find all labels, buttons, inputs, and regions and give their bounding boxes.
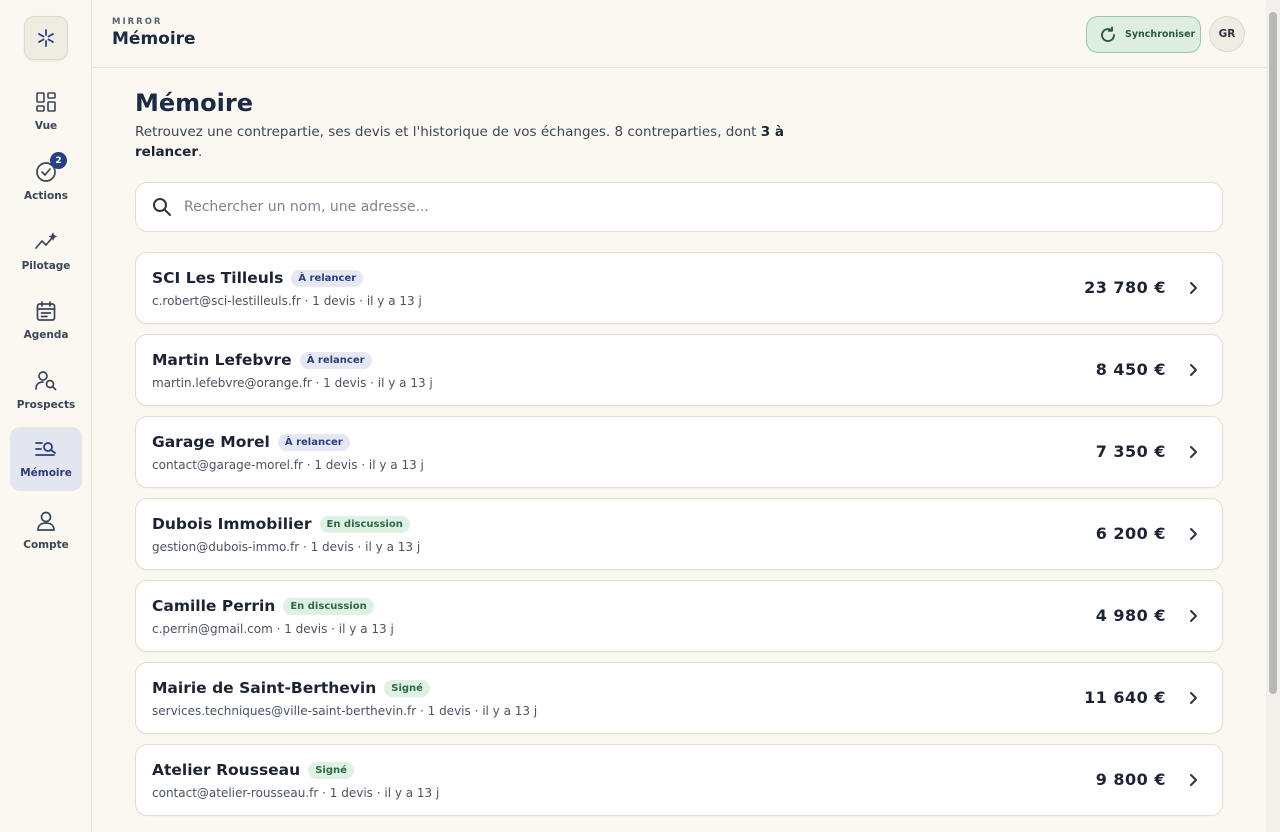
sidebar-item-label: Mémoire bbox=[20, 467, 72, 479]
counterpart-amount: 9 800 € bbox=[1095, 770, 1166, 789]
counterpart-meta: martin.lefebvre@orange.fr · 1 devis · il… bbox=[152, 376, 433, 390]
actions-count-badge: 2 bbox=[50, 152, 67, 169]
counterpart-card[interactable]: Camille Perrin En discussion c.perrin@gmai… bbox=[135, 580, 1223, 652]
sidebar: Vue 2 Actions Pilotage Agenda Prospects … bbox=[0, 0, 92, 832]
sidebar-item-label: Vue bbox=[34, 120, 58, 132]
scrollbar[interactable] bbox=[1266, 0, 1280, 832]
search-bar[interactable] bbox=[135, 182, 1223, 232]
sidebar-item-agenda[interactable]: Agenda bbox=[10, 289, 82, 353]
avatar[interactable]: GR bbox=[1209, 16, 1245, 52]
counterpart-meta: contact@atelier-rousseau.fr · 1 devis · … bbox=[152, 786, 440, 800]
counterpart-amount: 6 200 € bbox=[1095, 524, 1166, 543]
sidebar-item-vue[interactable]: Vue bbox=[10, 80, 82, 144]
counterpart-card[interactable]: Martin Lefebvre À relancer martin.lefebvre… bbox=[135, 334, 1223, 406]
sidebar-item-label: Agenda bbox=[23, 329, 69, 341]
counterpart-meta: gestion@dubois-immo.fr · 1 devis · il y … bbox=[152, 540, 421, 554]
chevron-right-icon[interactable] bbox=[1184, 607, 1202, 625]
user-search-icon bbox=[34, 369, 58, 393]
top-header: MIRROR Mémoire Synchroniser GR bbox=[92, 0, 1266, 68]
counterpart-amount: 7 350 € bbox=[1095, 442, 1166, 461]
counterpart-amount: 11 640 € bbox=[1084, 688, 1166, 707]
sidebar-item-label: Compte bbox=[23, 539, 69, 551]
sidebar-item-compte[interactable]: Compte bbox=[10, 499, 82, 563]
search-icon bbox=[153, 198, 171, 216]
chevron-right-icon[interactable] bbox=[1184, 771, 1202, 789]
chevron-right-icon[interactable] bbox=[1184, 279, 1202, 297]
counterpart-name: Martin Lefebvre À relancer bbox=[152, 351, 372, 369]
counterpart-meta: c.perrin@gmail.com · 1 devis · il y a 13… bbox=[152, 622, 394, 636]
sidebar-item-label: Actions bbox=[24, 190, 68, 202]
counterpart-amount: 4 980 € bbox=[1095, 606, 1166, 625]
counterpart-card[interactable]: Dubois Immobilier En discussion gestion@du… bbox=[135, 498, 1223, 570]
counterpart-name-text: Camille Perrin bbox=[152, 597, 276, 615]
counterpart-name-text: Mairie de Saint-Berthevin bbox=[152, 679, 377, 697]
status-badge: Signé bbox=[384, 680, 430, 697]
main-content: Mémoire Retrouvez une contrepartie, ses … bbox=[92, 68, 1266, 832]
counterpart-name-text: Dubois Immobilier bbox=[152, 515, 312, 533]
chevron-right-icon[interactable] bbox=[1184, 361, 1202, 379]
page-description: Retrouvez une contrepartie, ses devis et… bbox=[135, 122, 815, 162]
counterpart-amount: 23 780 € bbox=[1084, 278, 1166, 297]
logo-button[interactable] bbox=[24, 16, 68, 60]
check-circle-icon: 2 bbox=[34, 152, 67, 184]
status-badge: À relancer bbox=[277, 434, 350, 451]
counterpart-name: SCI Les Tilleuls À relancer bbox=[152, 269, 364, 287]
search-input[interactable] bbox=[184, 199, 1184, 215]
app-brand: MIRROR bbox=[112, 17, 163, 27]
counterpart-card[interactable]: Garage Morel À relancer contact@garage-mor… bbox=[135, 416, 1223, 488]
status-badge: En discussion bbox=[283, 598, 374, 615]
sparkle-logo-icon bbox=[38, 29, 54, 47]
counterpart-meta: contact@garage-morel.fr · 1 devis · il y… bbox=[152, 458, 424, 472]
description-suffix: . bbox=[197, 144, 203, 160]
sidebar-item-actions[interactable]: 2 Actions bbox=[10, 150, 82, 214]
sync-button[interactable]: Synchroniser bbox=[1086, 16, 1201, 53]
description-text: Retrouvez une contrepartie, ses devis et… bbox=[135, 124, 761, 140]
dashboard-icon bbox=[34, 90, 58, 114]
sidebar-item-memoire[interactable]: Mémoire bbox=[10, 427, 82, 491]
counterpart-amount: 8 450 € bbox=[1095, 360, 1166, 379]
status-badge: À relancer bbox=[299, 352, 372, 369]
counterpart-name-text: Martin Lefebvre bbox=[152, 351, 292, 369]
sidebar-item-pilotage[interactable]: Pilotage bbox=[10, 220, 82, 284]
user-icon bbox=[34, 509, 58, 533]
page-title: Mémoire bbox=[135, 89, 253, 117]
status-badge: En discussion bbox=[319, 516, 410, 533]
counterpart-name-text: SCI Les Tilleuls bbox=[152, 269, 284, 287]
counterpart-meta: services.techniques@ville-saint-berthevi… bbox=[152, 704, 538, 718]
counterpart-name: Atelier Rousseau Signé bbox=[152, 761, 354, 779]
sync-button-label: Synchroniser bbox=[1125, 29, 1196, 40]
counterpart-meta: c.robert@sci-lestilleuls.fr · 1 devis · … bbox=[152, 294, 422, 308]
counterpart-name: Garage Morel À relancer bbox=[152, 433, 350, 451]
calendar-icon bbox=[34, 299, 58, 323]
chevron-right-icon[interactable] bbox=[1184, 689, 1202, 707]
chevron-right-icon[interactable] bbox=[1184, 525, 1202, 543]
status-badge: À relancer bbox=[291, 270, 364, 287]
header-title: Mémoire bbox=[112, 29, 196, 49]
status-badge: Signé bbox=[308, 762, 354, 779]
chevron-right-icon[interactable] bbox=[1184, 443, 1202, 461]
scrollbar-thumb[interactable] bbox=[1269, 12, 1277, 694]
sidebar-item-label: Prospects bbox=[16, 399, 76, 411]
counterpart-card[interactable]: Mairie de Saint-Berthevin Signé services.t… bbox=[135, 662, 1223, 734]
counterpart-name: Dubois Immobilier En discussion bbox=[152, 515, 410, 533]
counterpart-name-text: Atelier Rousseau bbox=[152, 761, 301, 779]
refresh-icon bbox=[1101, 26, 1115, 42]
counterpart-name: Camille Perrin En discussion bbox=[152, 597, 374, 615]
trend-sparkle-icon bbox=[34, 230, 58, 254]
counterpart-name: Mairie de Saint-Berthevin Signé bbox=[152, 679, 430, 697]
counterpart-card[interactable]: Atelier Rousseau Signé contact@atelier-rou… bbox=[135, 744, 1223, 816]
counterpart-name-text: Garage Morel bbox=[152, 433, 270, 451]
sidebar-item-prospects[interactable]: Prospects bbox=[10, 359, 82, 423]
counterpart-card[interactable]: SCI Les Tilleuls À relancer c.robert@sci-l… bbox=[135, 252, 1223, 324]
list-search-icon bbox=[34, 437, 58, 461]
sidebar-item-label: Pilotage bbox=[21, 260, 71, 272]
